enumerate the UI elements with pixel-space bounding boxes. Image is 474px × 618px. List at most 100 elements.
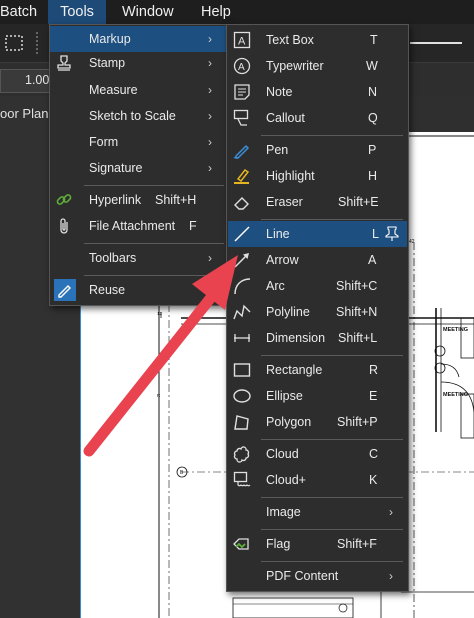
markup-typewriter[interactable]: A Typewriter W	[227, 53, 408, 79]
tools-menu: Markup › Stamp › Measure › Sketch to Sca…	[49, 24, 229, 306]
cloud-plus-label: Cloud+	[266, 473, 306, 487]
zoom-value: 1.00	[25, 73, 50, 87]
tools-menu-reuse[interactable]: Reuse	[50, 277, 228, 303]
menu-separator	[84, 185, 224, 186]
markup-pen[interactable]: Pen P	[227, 137, 408, 163]
eraser-icon	[234, 197, 249, 210]
menu-window[interactable]: Window	[122, 0, 182, 24]
markup-submenu: A Text Box T A Typewriter W Note N Callo…	[226, 24, 409, 592]
markup-flag[interactable]: Flag Shift+F	[227, 531, 408, 557]
marquee-select-icon[interactable]	[0, 24, 30, 62]
flag-icon	[233, 538, 249, 550]
tools-menu-form[interactable]: Form ›	[50, 129, 228, 155]
chevron-right-icon: ›	[208, 135, 212, 149]
markup-rectangle[interactable]: Rectangle R	[227, 357, 408, 383]
tools-menu-measure[interactable]: Measure ›	[50, 77, 228, 103]
arrow-shortcut: A	[368, 253, 377, 267]
markup-polyline[interactable]: Polyline Shift+N	[227, 299, 408, 325]
markup-dimension[interactable]: Dimension Shift+L	[227, 325, 408, 351]
chevron-right-icon: ›	[208, 251, 212, 265]
polygon-shortcut: Shift+P	[337, 415, 378, 429]
typewriter-shortcut: W	[366, 59, 378, 73]
cloud-shortcut: C	[369, 447, 379, 461]
measure-label: Measure	[89, 83, 138, 97]
svg-text:A: A	[238, 62, 245, 73]
sketch-to-scale-label: Sketch to Scale	[89, 109, 176, 123]
markup-ellipse[interactable]: Ellipse E	[227, 383, 408, 409]
toolbar-grip	[36, 32, 40, 54]
meeting-label-2: MEETING	[443, 392, 468, 398]
markup-eraser[interactable]: Eraser Shift+E	[227, 189, 408, 215]
arc-label: Arc	[266, 279, 285, 293]
markup-cloud[interactable]: Cloud C	[227, 441, 408, 467]
grid-tag-42: 42	[409, 239, 415, 245]
tools-menu-markup[interactable]: Markup ›	[50, 26, 228, 52]
menu-separator	[261, 219, 403, 220]
zoom-field[interactable]: 1.00	[0, 69, 52, 93]
cloud-plus-icon	[233, 471, 251, 487]
ellipse-icon	[233, 389, 251, 403]
markup-note[interactable]: Note N	[227, 79, 408, 105]
markup-cloud-plus[interactable]: Cloud+ K	[227, 467, 408, 493]
arc-shortcut: Shift+C	[336, 279, 378, 293]
meeting-label-1: MEETING	[443, 327, 468, 333]
markup-line[interactable]: Line L	[228, 221, 407, 247]
pin-icon[interactable]	[385, 226, 399, 242]
polyline-shortcut: Shift+N	[336, 305, 378, 319]
tools-menu-file-attachment[interactable]: File Attachment F	[50, 213, 228, 239]
tools-menu-sketch-to-scale[interactable]: Sketch to Scale ›	[50, 103, 228, 129]
toolbars-label: Toolbars	[89, 251, 137, 265]
dimension-label: Dimension	[266, 331, 326, 345]
form-label: Form	[89, 135, 119, 149]
image-label: Image	[266, 505, 301, 519]
line-shortcut: L	[372, 227, 379, 241]
flag-shortcut: Shift+F	[337, 537, 377, 551]
markup-callout[interactable]: Callout Q	[227, 105, 408, 131]
menu-tools-label: Tools	[60, 4, 94, 20]
menu-batch[interactable]: Batch	[0, 0, 46, 24]
pdf-content-label: PDF Content	[266, 569, 339, 583]
markup-highlight[interactable]: Highlight H	[227, 163, 408, 189]
markup-arc[interactable]: Arc Shift+C	[227, 273, 408, 299]
polyline-icon	[233, 304, 251, 320]
file-attachment-label: File Attachment	[89, 219, 176, 233]
line-width-preview[interactable]	[410, 42, 462, 44]
note-shortcut: N	[368, 85, 378, 99]
rectangle-icon	[233, 363, 251, 377]
floor-plan-tab[interactable]: oor Plan	[0, 106, 48, 121]
markup-polygon[interactable]: Polygon Shift+P	[227, 409, 408, 435]
tools-menu-hyperlink[interactable]: Hyperlink Shift+H	[50, 187, 228, 213]
tools-menu-toolbars[interactable]: Toolbars ›	[50, 245, 228, 271]
menu-help[interactable]: Help	[201, 0, 241, 24]
menu-window-label: Window	[122, 4, 174, 20]
rectangle-label: Rectangle	[266, 363, 323, 377]
menu-separator	[84, 243, 224, 244]
menu-separator	[261, 529, 403, 530]
chevron-right-icon: ›	[208, 32, 212, 46]
pen-icon	[233, 144, 250, 159]
chevron-right-icon: ›	[389, 505, 393, 519]
menu-separator	[261, 135, 403, 136]
tools-menu-signature[interactable]: Signature ›	[50, 155, 228, 181]
menu-separator	[261, 561, 403, 562]
dimension-icon	[234, 334, 250, 342]
line-icon	[234, 226, 250, 242]
chain-link-icon	[56, 194, 72, 205]
reuse-label: Reuse	[89, 283, 126, 297]
typewriter-icon: A	[233, 57, 251, 75]
markup-arrow[interactable]: Arrow A	[227, 247, 408, 273]
polygon-icon	[234, 415, 249, 430]
tools-menu-stamp[interactable]: Stamp ›	[50, 50, 228, 76]
file-attachment-shortcut: F	[189, 219, 197, 233]
paperclip-icon	[60, 218, 68, 234]
chevron-right-icon: ›	[208, 161, 212, 175]
arrow-label: Arrow	[266, 253, 299, 267]
markup-pdf-content[interactable]: PDF Content ›	[227, 563, 408, 589]
highlight-label: Highlight	[266, 169, 315, 183]
menu-separator	[261, 439, 403, 440]
dimension-shortcut: Shift+L	[338, 331, 378, 345]
markup-text-box[interactable]: A Text Box T	[227, 27, 408, 53]
menu-tools[interactable]: Tools	[48, 0, 106, 24]
note-label: Note	[266, 85, 293, 99]
markup-image[interactable]: Image ›	[227, 499, 408, 525]
